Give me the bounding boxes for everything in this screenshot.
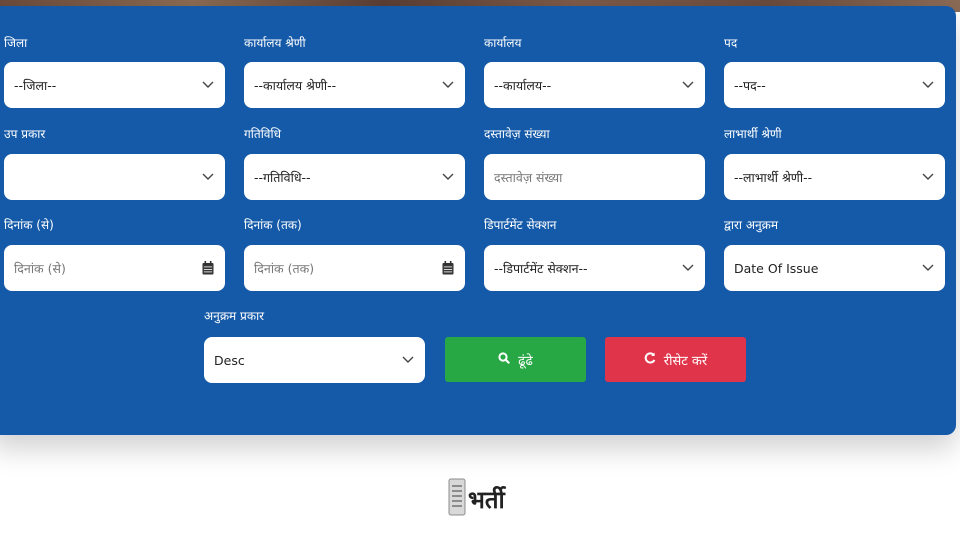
date-from-placeholder: दिनांक (से) bbox=[14, 260, 66, 276]
beneficiary-category-select[interactable]: --लाभार्थी श्रेणी-- bbox=[724, 154, 945, 200]
chevron-down-icon bbox=[681, 261, 695, 275]
office-select-value: --कार्यालय-- bbox=[494, 77, 552, 93]
post-select[interactable]: --पद-- bbox=[724, 62, 945, 108]
beneficiary-category-label: लाभार्थी श्रेणी bbox=[724, 127, 782, 141]
office-label: कार्यालय bbox=[484, 36, 522, 50]
sort-by-label: द्वारा अनुक्रम bbox=[724, 218, 779, 232]
chevron-down-icon bbox=[201, 78, 215, 92]
district-select[interactable]: --जिला-- bbox=[4, 62, 225, 108]
document-number-input[interactable]: दस्तावेज़ संख्या bbox=[484, 154, 705, 200]
document-number-placeholder: दस्तावेज़ संख्या bbox=[494, 169, 563, 185]
district-select-value: --जिला-- bbox=[14, 77, 57, 93]
search-icon bbox=[498, 351, 510, 368]
sort-by-select[interactable]: Date Of Issue bbox=[724, 245, 945, 291]
activity-select-value: --गतिविधि-- bbox=[254, 169, 311, 185]
document-icon bbox=[448, 478, 466, 520]
section-title: भर्ती bbox=[468, 485, 505, 514]
date-to-input[interactable]: दिनांक (तक) bbox=[244, 245, 465, 291]
chevron-down-icon bbox=[921, 261, 935, 275]
reset-button-label: रीसेट करें bbox=[663, 353, 708, 369]
office-category-select[interactable]: --कार्यालय श्रेणी-- bbox=[244, 62, 465, 108]
activity-label: गतिविधि bbox=[244, 127, 281, 141]
refresh-icon bbox=[644, 351, 656, 368]
chevron-down-icon bbox=[201, 170, 215, 184]
calendar-icon[interactable] bbox=[441, 261, 455, 275]
date-from-label: दिनांक (से) bbox=[4, 218, 54, 232]
sort-type-label: अनुक्रम प्रकार bbox=[204, 309, 265, 323]
office-category-select-value: --कार्यालय श्रेणी-- bbox=[254, 77, 337, 93]
section-heading: भर्ती bbox=[448, 478, 505, 520]
post-select-value: --पद-- bbox=[734, 77, 766, 93]
sort-type-select-value: Desc bbox=[214, 352, 245, 368]
district-label: जिला bbox=[4, 36, 28, 50]
office-category-label: कार्यालय श्रेणी bbox=[244, 36, 306, 50]
reset-button[interactable]: रीसेट करें bbox=[605, 337, 746, 382]
sort-by-select-value: Date Of Issue bbox=[734, 260, 819, 276]
beneficiary-category-select-value: --लाभार्थी श्रेणी-- bbox=[734, 169, 813, 185]
search-button[interactable]: ढूंढे bbox=[445, 337, 586, 382]
chevron-down-icon bbox=[441, 170, 455, 184]
post-label: पद bbox=[724, 36, 738, 50]
chevron-down-icon bbox=[401, 353, 415, 367]
date-to-placeholder: दिनांक (तक) bbox=[254, 260, 315, 276]
date-to-label: दिनांक (तक) bbox=[244, 218, 302, 232]
department-section-select[interactable]: --डिपार्टमेंट सेक्शन-- bbox=[484, 245, 705, 291]
department-section-select-value: --डिपार्टमेंट सेक्शन-- bbox=[494, 260, 588, 276]
chevron-down-icon bbox=[921, 78, 935, 92]
sub-type-label: उप प्रकार bbox=[4, 127, 46, 141]
chevron-down-icon bbox=[681, 78, 695, 92]
sub-type-select[interactable] bbox=[4, 154, 225, 200]
document-number-label: दस्तावेज़ संख्या bbox=[484, 127, 550, 141]
office-select[interactable]: --कार्यालय-- bbox=[484, 62, 705, 108]
sort-type-select[interactable]: Desc bbox=[204, 337, 425, 383]
chevron-down-icon bbox=[921, 170, 935, 184]
search-button-label: ढूंढे bbox=[518, 353, 533, 369]
chevron-down-icon bbox=[441, 78, 455, 92]
date-from-input[interactable]: दिनांक (से) bbox=[4, 245, 225, 291]
department-section-label: डिपार्टमेंट सेक्शन bbox=[484, 218, 557, 232]
activity-select[interactable]: --गतिविधि-- bbox=[244, 154, 465, 200]
calendar-icon[interactable] bbox=[201, 261, 215, 275]
